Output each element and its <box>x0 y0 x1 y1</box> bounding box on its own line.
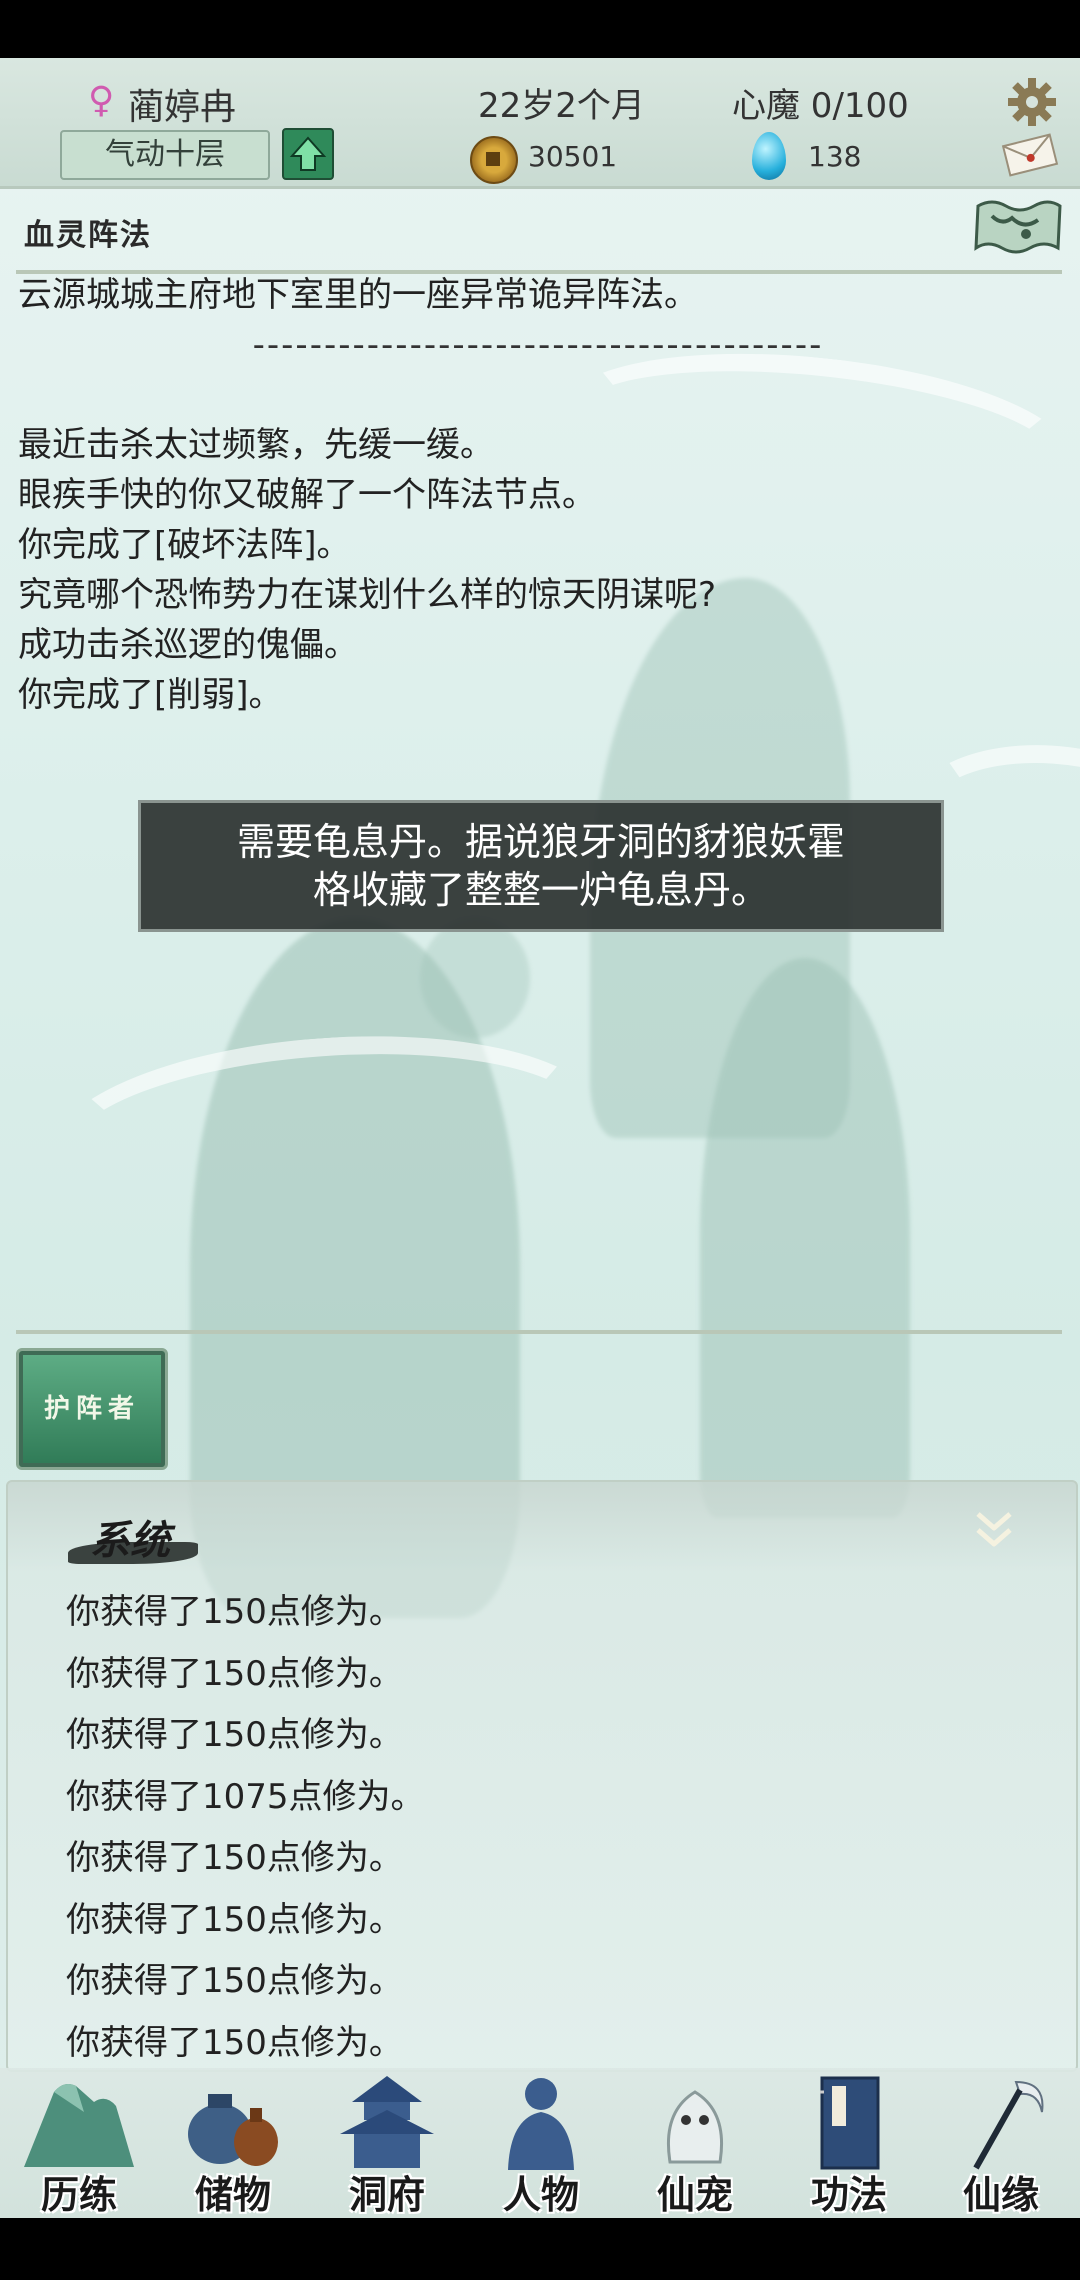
age-label: 22岁2个月 <box>478 86 645 126</box>
toast-line: 需要龟息丹。据说狼牙洞的豺狼妖霍 <box>236 820 845 864</box>
mountain-decoration <box>700 958 910 1518</box>
story-line: 究竟哪个恐怖势力在谋划什么样的惊天阴谋呢? <box>18 575 717 615</box>
game-screen: ♀ 蔺婷冉 气动十层 22岁2个月 心魔 0/100 30501 138 血灵阵… <box>0 58 1080 2218</box>
coin-icon <box>470 136 518 184</box>
bag-icon <box>188 2094 278 2166</box>
system-log-row: 你获得了150点修为。 <box>66 1899 403 1940</box>
heart-demon-counter: 心魔 0/100 <box>732 86 909 126</box>
mountain-decoration <box>420 918 530 1038</box>
bottom-nav: 历练 储物 洞府 人物 仙宠 功法 仙缘 <box>0 2068 1080 2218</box>
story-line: 成功击杀巡逻的傀儡。 <box>18 625 358 665</box>
nav-item-cave[interactable]: 洞府 <box>312 2068 462 2218</box>
toast-message: 需要龟息丹。据说狼牙洞的豺狼妖霍 格收藏了整整一炉龟息丹。 <box>138 800 944 932</box>
pet-icon <box>666 2090 724 2164</box>
story-line: 你完成了[破坏法阵]。 <box>18 525 351 565</box>
nav-item-storage[interactable]: 储物 <box>158 2068 308 2218</box>
nav-item-character[interactable]: 人物 <box>466 2068 616 2218</box>
spirit-stone-value: 138 <box>808 140 862 173</box>
mail-icon[interactable] <box>1000 130 1060 180</box>
status-header: ♀ 蔺婷冉 气动十层 22岁2个月 心魔 0/100 30501 138 <box>0 58 1080 189</box>
pagoda-icon <box>340 2076 434 2168</box>
female-icon: ♀ <box>88 80 115 121</box>
story-line: 眼疾手快的你又破解了一个阵法节点。 <box>18 475 596 515</box>
arrow-up-icon <box>289 136 327 171</box>
system-log-row: 你获得了150点修为。 <box>66 1592 403 1632</box>
nav-item-training[interactable]: 历练 <box>4 2068 154 2218</box>
nav-label: 历练 <box>40 2172 117 2217</box>
story-line: 最近击杀太过频繁，先缓一缓。 <box>18 425 494 465</box>
system-log-title: 系统 <box>90 1517 170 1564</box>
system-log-panel: 系统 你获得了150点修为。 你获得了150点修为。 你获得了150点修为。 你… <box>6 1480 1078 2072</box>
mountain-icon <box>24 2084 134 2167</box>
system-log-row: 你获得了150点修为。 <box>66 1715 403 1755</box>
system-log-row: 你获得了1075点修为。 <box>66 1776 425 1817</box>
system-navigation-bar <box>0 2218 1080 2280</box>
system-log-row: 你获得了150点修为。 <box>66 1838 403 1878</box>
chevron-down-icon[interactable] <box>970 1506 1018 1556</box>
map-icon[interactable] <box>972 196 1064 258</box>
nav-label: 仙宠 <box>656 2172 733 2217</box>
staff-icon <box>973 2080 1044 2170</box>
spirit-stone-icon <box>752 132 786 180</box>
story-line: 你完成了[削弱]。 <box>18 675 283 715</box>
person-icon <box>508 2078 574 2170</box>
money-value: 30501 <box>528 140 618 173</box>
nav-label: 功法 <box>810 2172 887 2217</box>
nav-label: 仙缘 <box>962 2172 1039 2217</box>
character-name[interactable]: 蔺婷冉 <box>128 78 236 130</box>
npc-guardian-button[interactable]: 护阵者 <box>16 1348 168 1470</box>
toast-line: 格收藏了整整一炉龟息丹。 <box>312 868 769 912</box>
nav-item-pet[interactable]: 仙宠 <box>620 2068 770 2218</box>
gear-icon[interactable] <box>1006 76 1058 128</box>
book-icon <box>820 2076 880 2170</box>
level-up-button[interactable] <box>282 128 334 180</box>
cultivation-realm[interactable]: 气动十层 <box>60 130 270 180</box>
location-title: 血灵阵法 <box>24 218 152 253</box>
system-log-list[interactable]: 你获得了150点修为。 你获得了150点修为。 你获得了150点修为。 你获得了… <box>66 1582 425 2074</box>
nav-label: 人物 <box>502 2172 579 2217</box>
text-divider: ---------------------------------------- <box>252 325 824 365</box>
system-log-row: 你获得了150点修为。 <box>66 1653 403 1694</box>
nav-item-skills[interactable]: 功法 <box>774 2068 924 2218</box>
nav-label: 洞府 <box>348 2172 425 2217</box>
nav-item-fate[interactable]: 仙缘 <box>926 2068 1076 2218</box>
cloud-decoration <box>43 1018 613 1254</box>
nav-label: 储物 <box>194 2172 271 2217</box>
system-log-row: 你获得了150点修为。 <box>66 1961 403 2001</box>
location-description: 云源城城主府地下室里的一座异常诡异阵法。 <box>18 275 698 315</box>
story-log: 云源城城主府地下室里的一座异常诡异阵法。 -------------------… <box>18 270 1058 720</box>
divider-line <box>16 1330 1062 1334</box>
system-log-row: 你获得了150点修为。 <box>66 2022 403 2063</box>
